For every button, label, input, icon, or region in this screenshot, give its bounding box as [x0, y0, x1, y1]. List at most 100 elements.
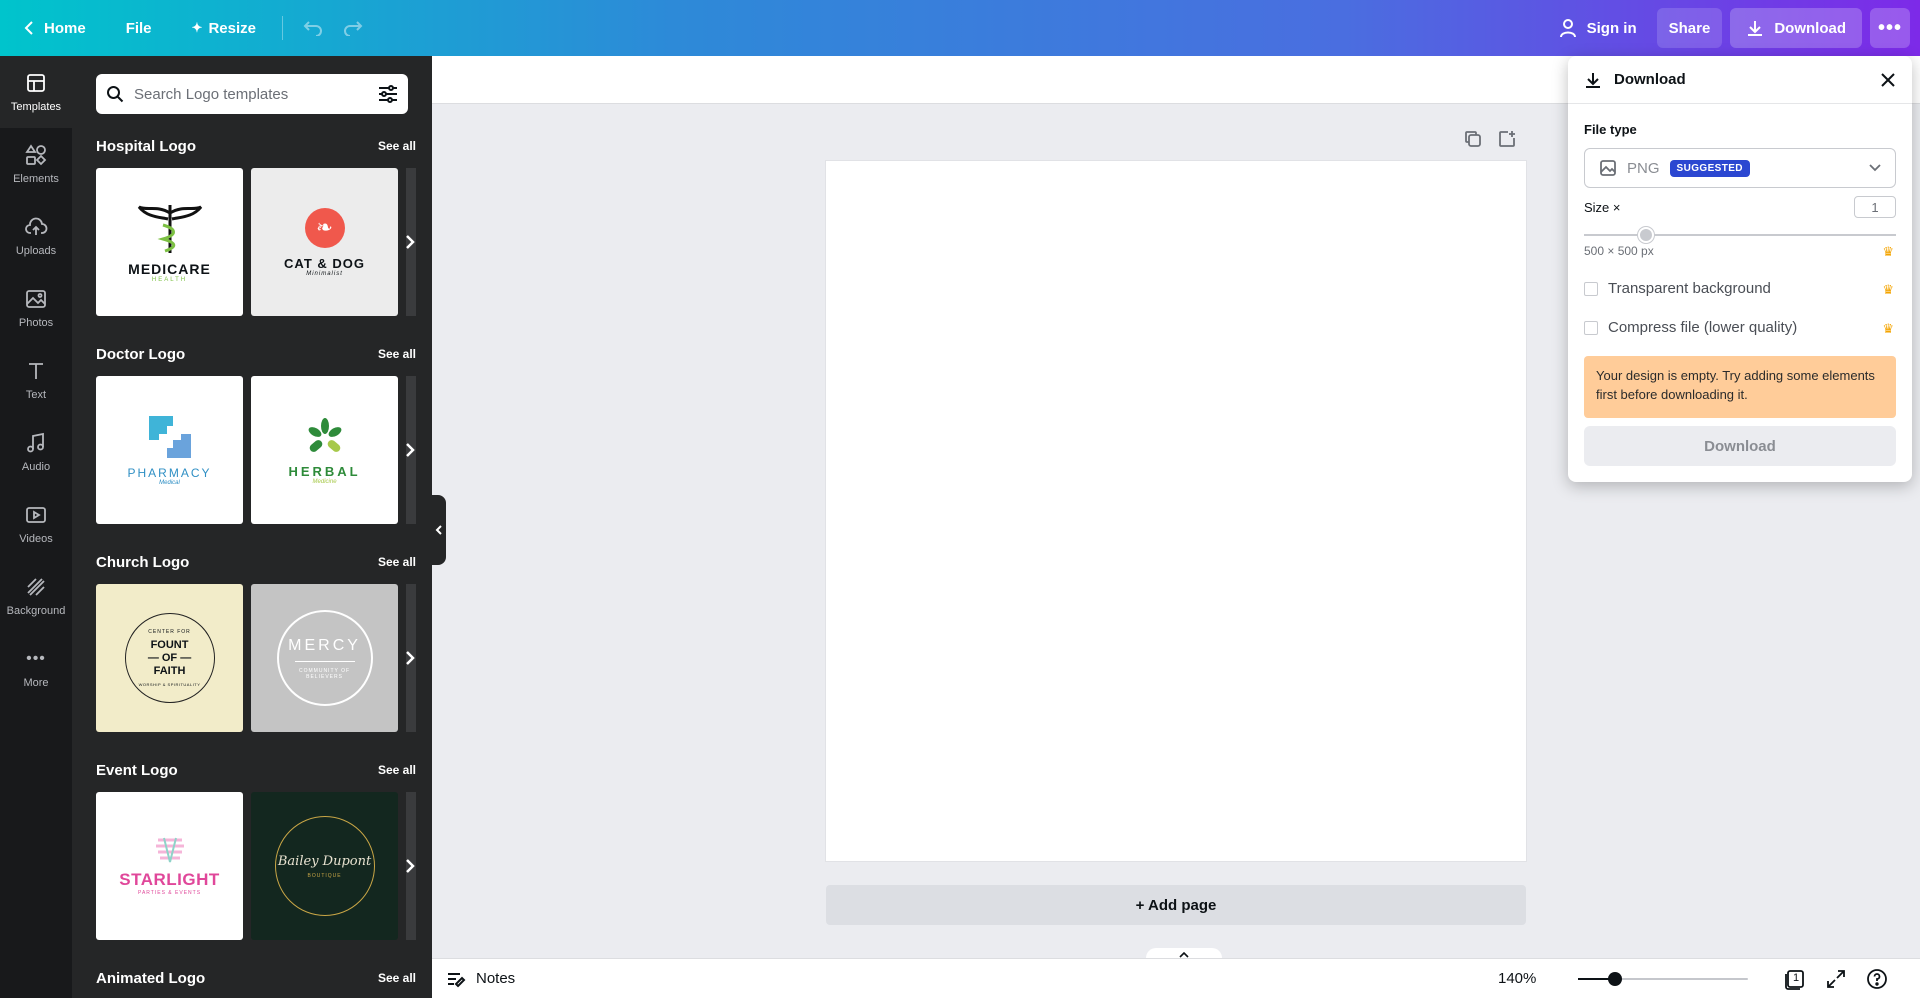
template-thumbnail[interactable]: MEDICARE HEALTH	[96, 168, 244, 316]
scroll-right-button[interactable]	[398, 640, 422, 676]
logo-badge: ❧	[304, 207, 345, 248]
transparent-background-label: Transparent background	[1608, 280, 1771, 297]
section-event-logo: Event Logo See all STARLIGHT PARTIES & E…	[96, 760, 416, 940]
size-slider[interactable]	[1584, 227, 1896, 243]
file-type-select[interactable]: PNG SUGGESTED	[1584, 148, 1896, 188]
download-panel-header: Download	[1568, 56, 1912, 104]
rail-item-uploads[interactable]: Uploads	[0, 200, 72, 272]
compress-file-checkbox[interactable]	[1584, 320, 1598, 335]
resize-label: Resize	[208, 19, 256, 37]
collapse-panel-button[interactable]	[432, 495, 446, 565]
template-title: HERBAL	[288, 463, 361, 479]
section-hospital-logo: Hospital Logo See all MEDICARE HEALTH ❧ …	[96, 136, 416, 316]
section-title: Doctor Logo	[96, 345, 186, 363]
template-subtitle: PARTIES & EVENTS	[137, 890, 202, 896]
file-type-label: File type	[1584, 122, 1637, 137]
see-all-link[interactable]: See all	[378, 971, 416, 985]
resize-button[interactable]: ✦ Resize	[180, 8, 268, 48]
suggested-badge: SUGGESTED	[1669, 159, 1750, 177]
see-all-link[interactable]: See all	[378, 763, 416, 777]
download-label: Download	[1774, 19, 1846, 37]
rail-item-audio[interactable]: Audio	[0, 416, 72, 488]
template-thumbnail[interactable]: MERCY COMMUNITY OF BELIEVERS	[251, 584, 399, 732]
chevron-right-icon	[406, 235, 415, 249]
sign-in-button[interactable]: Sign in	[1547, 8, 1649, 48]
rail-item-background[interactable]: Background	[0, 560, 72, 632]
fullscreen-icon[interactable]	[1826, 969, 1846, 989]
rail-item-text[interactable]: Text	[0, 344, 72, 416]
template-thumbnail[interactable]: HERBAL Medicine	[251, 376, 399, 524]
scroll-right-button[interactable]	[398, 432, 422, 468]
user-icon	[1559, 19, 1576, 38]
size-slider-handle[interactable]	[1638, 227, 1654, 243]
filter-icon[interactable]	[378, 85, 398, 103]
side-rail: Templates Elements Uploads Photos Text A…	[0, 56, 72, 998]
share-button[interactable]: Share	[1656, 8, 1723, 48]
see-all-link[interactable]: See all	[378, 555, 416, 569]
download-confirm-button[interactable]: Download	[1584, 426, 1896, 466]
template-subtitle: Medical	[159, 480, 180, 486]
background-icon	[27, 578, 45, 596]
close-icon[interactable]	[1880, 72, 1896, 88]
top-bar: Home File ✦ Resize Sign in Share Downloa…	[0, 0, 1920, 56]
rail-item-more[interactable]: ••• More	[0, 632, 72, 704]
zoom-slider[interactable]	[1578, 972, 1748, 986]
template-thumbnail[interactable]: PHARMACY Medical	[96, 376, 244, 524]
section-title: Event Logo	[96, 761, 178, 779]
church-ring: MERCY COMMUNITY OF BELIEVERS	[276, 610, 373, 706]
redo-button[interactable]	[333, 8, 373, 48]
templates-panel: Search Logo templates Hospital Logo See …	[72, 56, 432, 998]
template-thumbnail[interactable]: ❧ CAT & DOG Minimalist	[251, 168, 399, 316]
help-icon[interactable]	[1866, 968, 1888, 990]
template-title: STARLIGHT	[119, 870, 220, 889]
zoom-slider-handle[interactable]	[1608, 972, 1623, 986]
rail-label: Photos	[18, 317, 54, 329]
notes-button[interactable]: Notes	[446, 970, 515, 988]
chevron-right-icon	[406, 651, 415, 665]
scroll-right-button[interactable]	[398, 848, 422, 884]
ellipsis-icon: •••	[1877, 17, 1902, 39]
file-menu-button[interactable]: File	[114, 8, 164, 48]
add-page-button[interactable]: + Add page	[826, 885, 1526, 925]
template-thumbnail[interactable]: Bailey Dupont BOUTIQUE	[251, 792, 399, 940]
transparent-background-checkbox[interactable]	[1584, 281, 1598, 296]
template-subtitle: HEALTH	[151, 277, 188, 283]
design-page[interactable]	[826, 161, 1526, 861]
zoom-level[interactable]: 140%	[1498, 970, 1536, 987]
compress-file-option[interactable]: Compress file (lower quality)	[1584, 319, 1797, 336]
home-button[interactable]: Home	[12, 8, 98, 48]
rail-item-templates[interactable]: Templates	[0, 56, 72, 128]
rail-item-videos[interactable]: Videos	[0, 488, 72, 560]
search-icon	[107, 86, 124, 103]
chevron-left-icon	[24, 21, 33, 35]
undo-button[interactable]	[293, 8, 333, 48]
size-input[interactable]: 1	[1854, 196, 1896, 218]
see-all-link[interactable]: See all	[378, 347, 416, 361]
section-church-logo: Church Logo See all CENTER FOR FOUNT — O…	[96, 552, 416, 732]
section-animated-logo: Animated Logo See all	[96, 968, 416, 988]
photos-icon	[26, 290, 46, 308]
compress-file-label: Compress file (lower quality)	[1608, 319, 1798, 336]
template-thumbnail[interactable]: STARLIGHT PARTIES & EVENTS	[96, 792, 244, 940]
see-all-link[interactable]: See all	[378, 139, 416, 153]
rail-label: Background	[6, 605, 66, 617]
gold-ring: Bailey Dupont BOUTIQUE	[274, 816, 375, 916]
crown-icon: ♛	[1882, 282, 1894, 297]
download-button[interactable]: Download	[1730, 8, 1862, 48]
transparent-background-option[interactable]: Transparent background	[1584, 280, 1771, 297]
undo-icon	[303, 21, 322, 36]
rail-label: Audio	[21, 461, 51, 473]
scroll-right-button[interactable]	[398, 224, 422, 260]
chevron-right-icon	[406, 859, 415, 873]
rail-item-photos[interactable]: Photos	[0, 272, 72, 344]
rail-item-elements[interactable]: Elements	[0, 128, 72, 200]
more-options-button[interactable]: •••	[1870, 8, 1910, 48]
add-page-icon[interactable]	[1498, 130, 1516, 148]
page-count-button[interactable]: 1	[1784, 968, 1806, 990]
template-thumbnail[interactable]: CENTER FOR FOUNT — OF — FAITH WORSHIP & …	[96, 584, 244, 732]
template-title: CAT & DOG	[284, 255, 366, 271]
duplicate-page-icon[interactable]	[1464, 130, 1482, 148]
notes-icon	[448, 972, 466, 987]
search-input[interactable]: Search Logo templates	[134, 86, 378, 103]
footer-bar: Notes 140% 1	[432, 958, 1920, 998]
